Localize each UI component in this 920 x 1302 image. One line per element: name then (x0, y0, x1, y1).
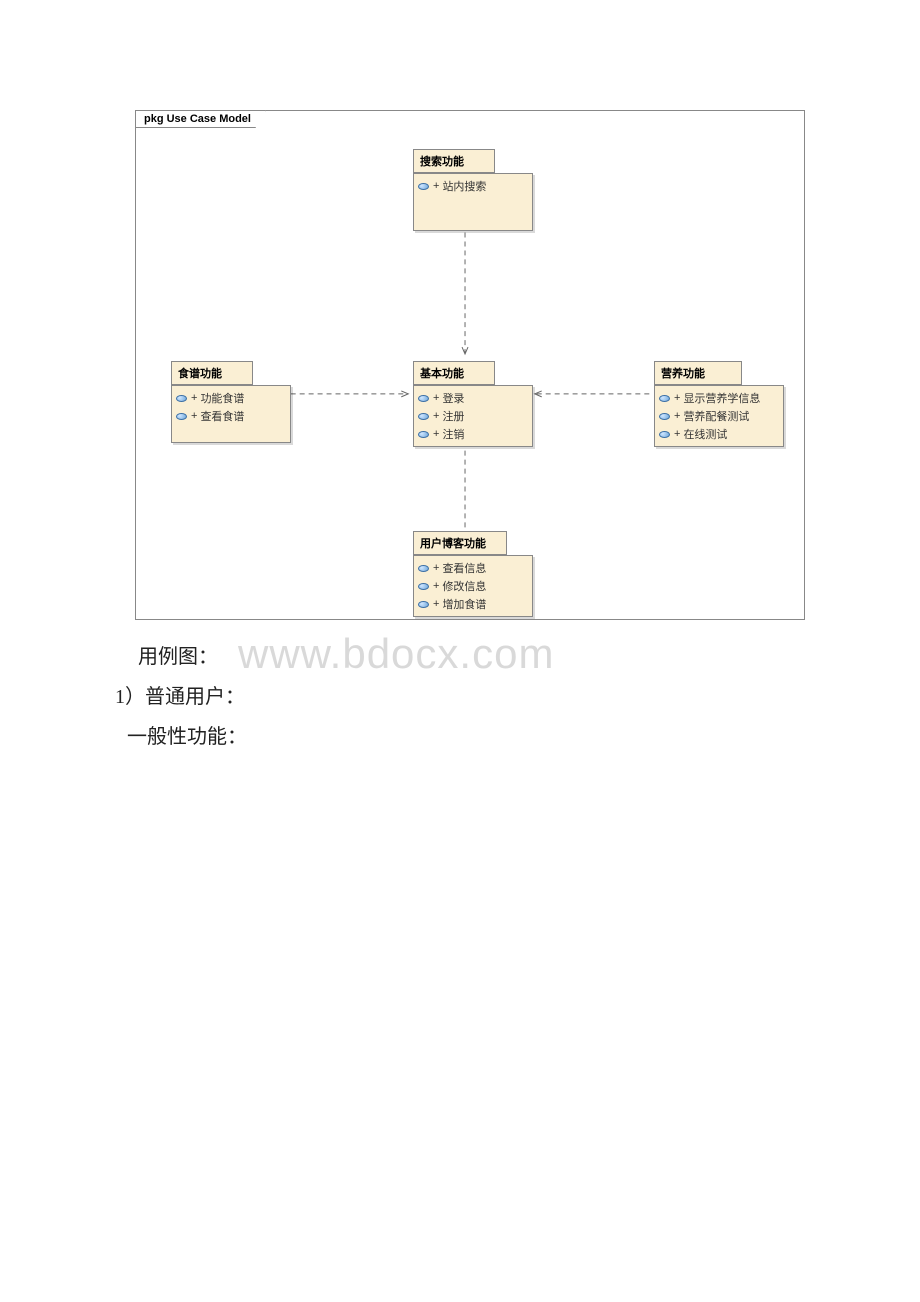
use-case-icon (659, 395, 670, 402)
use-case-icon (418, 431, 429, 438)
use-case-item: +注册 (418, 407, 528, 425)
package-title: 食谱功能 (171, 361, 253, 385)
use-case-item: +登录 (418, 389, 528, 407)
package-blog: 用户博客功能 +查看信息 +修改信息 +增加食谱 (413, 531, 533, 617)
package-body: +站内搜索 (413, 173, 533, 231)
use-case-diagram-frame: pkg Use Case Model 搜索功能 +站内搜索 食谱功能 +功能食谱… (135, 110, 805, 620)
use-case-icon (418, 601, 429, 608)
use-case-icon (418, 565, 429, 572)
package-body: +登录 +注册 +注销 (413, 385, 533, 447)
use-case-item: +在线测试 (659, 425, 779, 443)
package-title: 用户博客功能 (413, 531, 507, 555)
use-case-icon (418, 413, 429, 420)
watermark-text: www.bdocx.com (238, 630, 554, 678)
package-nutrition: 营养功能 +显示营养学信息 +营养配餐测试 +在线测试 (654, 361, 784, 447)
use-case-item: +查看食谱 (176, 407, 286, 425)
package-body: +功能食谱 +查看食谱 (171, 385, 291, 443)
use-case-item: +显示营养学信息 (659, 389, 779, 407)
list-item-user-type: 1）普通用户： (115, 680, 245, 709)
use-case-icon (418, 395, 429, 402)
frame-label: pkg Use Case Model (135, 110, 266, 128)
use-case-icon (659, 431, 670, 438)
package-recipe: 食谱功能 +功能食谱 +查看食谱 (171, 361, 291, 443)
use-case-item: +增加食谱 (418, 595, 528, 613)
package-title: 搜索功能 (413, 149, 495, 173)
use-case-item: +营养配餐测试 (659, 407, 779, 425)
package-basic: 基本功能 +登录 +注册 +注销 (413, 361, 533, 447)
use-case-item: +站内搜索 (418, 177, 528, 195)
use-case-item: +修改信息 (418, 577, 528, 595)
package-body: +显示营养学信息 +营养配餐测试 +在线测试 (654, 385, 784, 447)
use-case-icon (418, 583, 429, 590)
package-body: +查看信息 +修改信息 +增加食谱 (413, 555, 533, 617)
caption-use-case: 用例图： (138, 640, 218, 669)
package-title: 营养功能 (654, 361, 742, 385)
use-case-item: +注销 (418, 425, 528, 443)
use-case-icon (176, 395, 187, 402)
package-search: 搜索功能 +站内搜索 (413, 149, 533, 231)
use-case-icon (418, 183, 429, 190)
use-case-icon (659, 413, 670, 420)
list-item-general-func: 一般性功能： (127, 720, 247, 749)
use-case-item: +功能食谱 (176, 389, 286, 407)
package-title: 基本功能 (413, 361, 495, 385)
use-case-item: +查看信息 (418, 559, 528, 577)
use-case-icon (176, 413, 187, 420)
